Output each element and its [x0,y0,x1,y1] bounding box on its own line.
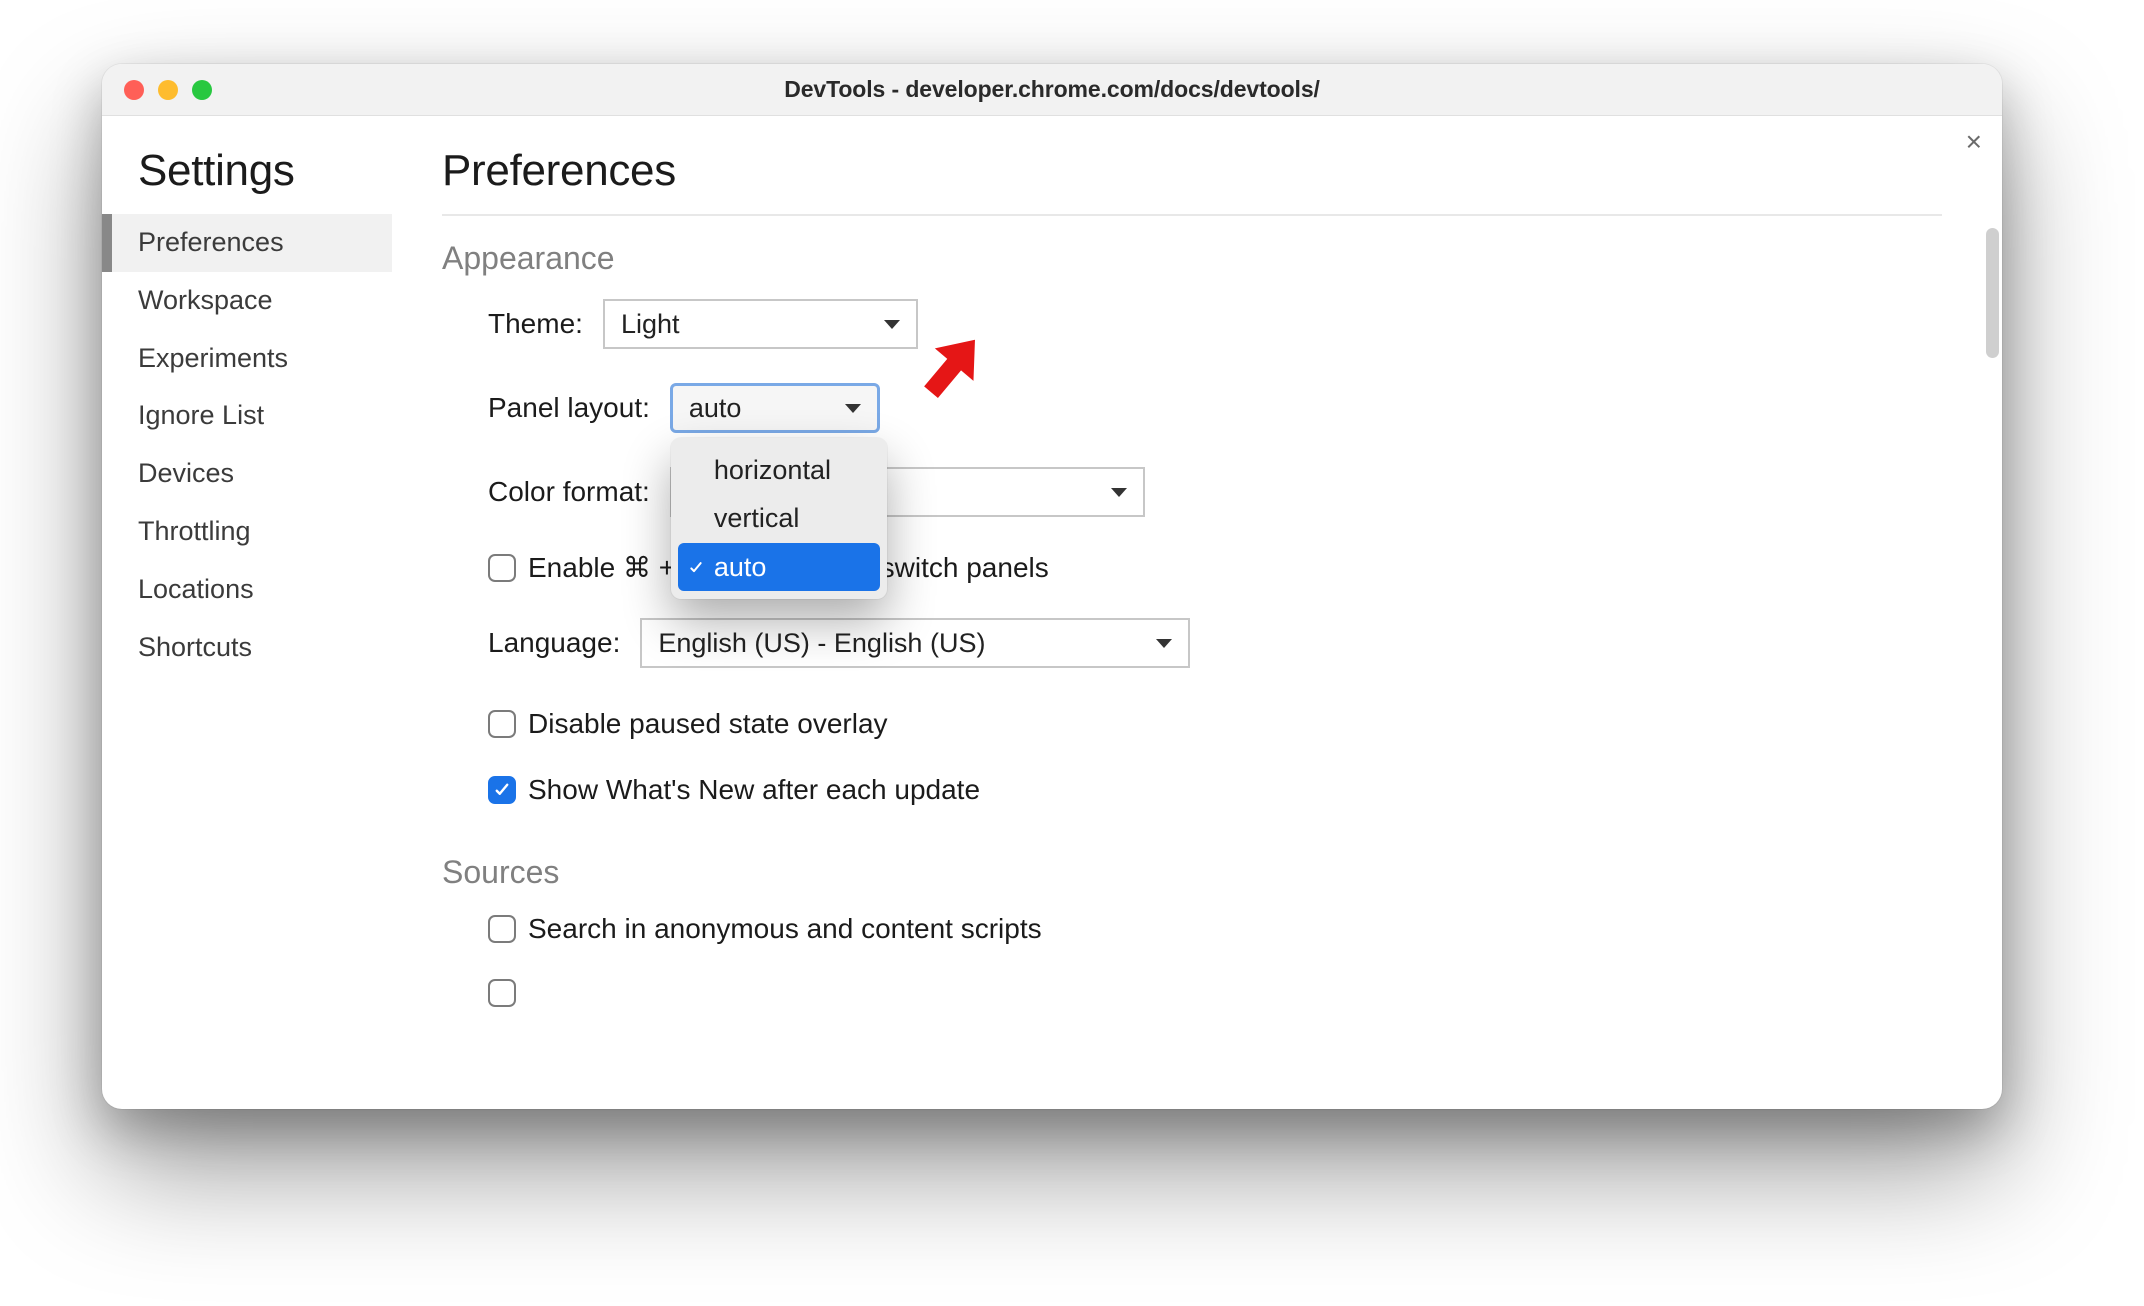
language-label: Language: [488,627,620,659]
scrollbar-thumb[interactable] [1986,228,1999,358]
window-titlebar: DevTools - developer.chrome.com/docs/dev… [102,64,2002,116]
devtools-window: DevTools - developer.chrome.com/docs/dev… [102,64,2002,1109]
language-select-value: English (US) - English (US) [658,628,1138,659]
sidebar-item-throttling[interactable]: Throttling [102,503,392,561]
sidebar-item-ignore-list[interactable]: Ignore List [102,387,392,445]
panel-layout-dropdown: horizontal vertical auto [671,438,887,599]
settings-heading: Settings [102,146,392,214]
panel-layout-option-auto-label: auto [714,552,767,582]
enable-shortcut-checkbox[interactable] [488,554,516,582]
truncated-checkbox[interactable] [488,979,516,1007]
disable-paused-label: Disable paused state overlay [528,708,888,740]
divider [442,214,1942,216]
sidebar-item-devices[interactable]: Devices [102,445,392,503]
chevron-down-icon [884,320,900,329]
traffic-lights [124,80,212,100]
preferences-panel: Preferences Appearance Theme: Light [392,116,2002,1109]
show-whats-new-row: Show What's New after each update [488,774,1982,806]
panel-layout-row: Panel layout: auto horizontal vertical [488,383,1982,433]
panel-layout-select[interactable]: auto horizontal vertical aut [670,383,880,433]
page-title: Preferences [442,146,1982,214]
panel-layout-label: Panel layout: [488,392,650,424]
panel-layout-option-horizontal[interactable]: horizontal [678,446,880,494]
theme-select[interactable]: Light [603,299,918,349]
color-format-label: Color format: [488,476,650,508]
disable-paused-checkbox[interactable] [488,710,516,738]
check-icon [688,549,704,585]
theme-row: Theme: Light [488,299,1982,349]
window-title: DevTools - developer.chrome.com/docs/dev… [784,76,1320,103]
sidebar-item-locations[interactable]: Locations [102,561,392,619]
disable-paused-row: Disable paused state overlay [488,708,1982,740]
sidebar-item-shortcuts[interactable]: Shortcuts [102,619,392,677]
search-anon-checkbox[interactable] [488,915,516,943]
enable-shortcut-suffix: switch panels [881,552,1049,583]
chevron-down-icon [845,404,861,413]
theme-select-value: Light [621,309,866,340]
language-row: Language: English (US) - English (US) [488,618,1982,668]
theme-label: Theme: [488,308,583,340]
show-whats-new-checkbox[interactable] [488,776,516,804]
sidebar-item-preferences[interactable]: Preferences [102,214,392,272]
appearance-section-title: Appearance [442,240,1982,277]
enable-shortcut-prefix: Enable ⌘ + [528,552,683,583]
window-minimize-button[interactable] [158,80,178,100]
window-close-button[interactable] [124,80,144,100]
window-zoom-button[interactable] [192,80,212,100]
sidebar-item-experiments[interactable]: Experiments [102,330,392,388]
panel-layout-select-value: auto [689,393,827,424]
settings-nav: Preferences Workspace Experiments Ignore… [102,214,392,676]
search-anon-label: Search in anonymous and content scripts [528,913,1042,945]
language-select[interactable]: English (US) - English (US) [640,618,1190,668]
show-whats-new-label: Show What's New after each update [528,774,980,806]
settings-sidebar: Settings Preferences Workspace Experimen… [102,116,392,1109]
chevron-down-icon [1111,488,1127,497]
sources-section-title: Sources [442,854,1982,891]
sidebar-item-workspace[interactable]: Workspace [102,272,392,330]
truncated-row [488,979,1982,1007]
chevron-down-icon [1156,639,1172,648]
panel-layout-option-auto[interactable]: auto [678,543,880,591]
panel-layout-option-vertical[interactable]: vertical [678,494,880,542]
search-anon-row: Search in anonymous and content scripts [488,913,1982,945]
